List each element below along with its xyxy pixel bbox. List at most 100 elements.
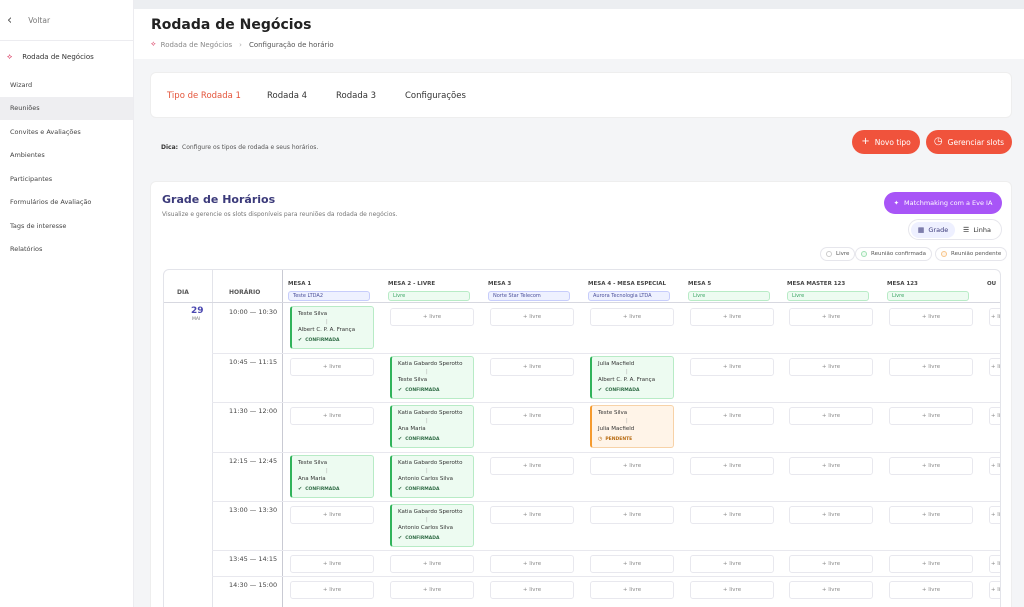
free-slot-button[interactable]: + livre: [690, 581, 774, 599]
legend-confirmed-label: Reunião confirmada: [871, 251, 927, 257]
breadcrumb-root[interactable]: Rodada de Negócios: [161, 41, 233, 49]
time-slot-label: 10:45 — 11:15: [229, 358, 278, 366]
meeting-card-confirmed[interactable]: Katia Gabardo Sperotto | Antonio Carlos Si…: [390, 504, 474, 547]
free-slot-button[interactable]: + livre: [989, 555, 1000, 573]
meeting-card-confirmed[interactable]: Teste Silva | Albert C. P. A. França ✔ CONFI…: [290, 306, 374, 349]
sidebar-item-reunioes[interactable]: Reuniões: [0, 96, 133, 120]
sidebar-item-ambientes[interactable]: Ambientes: [0, 144, 133, 168]
meeting-participant: Antonio Carlos Silva: [398, 525, 454, 531]
sidebar-item-convites-e-avaliacoes[interactable]: Convites e Avaliações: [0, 120, 133, 144]
meeting-separator: |: [326, 319, 328, 325]
tab-2[interactable]: Rodada 4: [267, 91, 307, 101]
free-slot-button[interactable]: + livre: [290, 407, 374, 425]
meeting-card-confirmed[interactable]: Katia Gabardo Sperotto | Ana Maria ✔ CONFIRM…: [390, 405, 474, 448]
tab-4[interactable]: Configurações: [405, 91, 466, 101]
free-slot-button[interactable]: + livre: [789, 555, 873, 573]
free-slot-button[interactable]: + livre: [889, 308, 973, 326]
view-grid-button[interactable]: ▦ Grade: [911, 221, 955, 238]
column-divider: [282, 270, 283, 607]
free-slot-button[interactable]: + livre: [290, 506, 374, 524]
free-slot-button[interactable]: + livre: [690, 407, 774, 425]
free-slot-button[interactable]: + livre: [690, 457, 774, 475]
sidebar-item-relatorios[interactable]: Relatórios: [0, 238, 133, 262]
sidebar-item-tags-de-interesse[interactable]: Tags de interesse: [0, 214, 133, 238]
free-slot-button[interactable]: + livre: [490, 581, 574, 599]
table-column-header: MESA 5: [688, 281, 712, 287]
new-type-button[interactable]: + Novo tipo: [852, 130, 920, 154]
schedule-grid-card: Grade de Horários Visualize e gerencie o…: [150, 181, 1012, 607]
free-slot-button[interactable]: + livre: [789, 581, 873, 599]
free-slot-button[interactable]: + livre: [989, 506, 1000, 524]
time-slot-label: 13:00 — 13:30: [229, 506, 278, 514]
free-slot-button[interactable]: + livre: [290, 555, 374, 573]
meeting-card-confirmed[interactable]: Teste Silva | Ana Maria ✔ CONFIRMADA: [290, 455, 374, 498]
free-slot-button[interactable]: + livre: [889, 457, 973, 475]
free-slot-button[interactable]: + livre: [789, 358, 873, 376]
free-slot-button[interactable]: + livre: [490, 506, 574, 524]
page-title: Rodada de Negócios: [151, 17, 312, 33]
free-slot-button[interactable]: + livre: [590, 555, 674, 573]
free-slot-button[interactable]: + livre: [889, 506, 973, 524]
free-slot-button[interactable]: + livre: [989, 581, 1000, 599]
view-grid-label: Grade: [928, 225, 949, 234]
free-slot-button[interactable]: + livre: [889, 555, 973, 573]
free-slot-button[interactable]: + livre: [889, 407, 973, 425]
back-button[interactable]: ‹ Voltar: [0, 0, 133, 41]
row-divider: [212, 402, 1000, 403]
meeting-participant: Katia Gabardo Sperotto: [398, 509, 463, 515]
meeting-card-confirmed[interactable]: Katia Gabardo Sperotto | Antonio Carlos Si…: [390, 455, 474, 498]
free-slot-button[interactable]: + livre: [590, 581, 674, 599]
handshake-icon: ⟡: [151, 40, 156, 48]
tab-1[interactable]: Tipo de Rodada 1: [167, 91, 241, 101]
free-slot-button[interactable]: + livre: [590, 506, 674, 524]
free-slot-button[interactable]: + livre: [490, 407, 574, 425]
schedule-table: DIA HORÁRIO 29 MAI MESA 1 Teste LTDA2 MESA…: [163, 269, 1001, 607]
sidebar: ‹ Voltar ⟡ Rodada de Negócios Wizard Reun…: [0, 0, 134, 607]
meeting-card-confirmed[interactable]: Julia Macfield | Albert C. P. A. França ✔ CO…: [590, 356, 674, 399]
free-slot-button[interactable]: + livre: [390, 308, 474, 326]
row-divider: [212, 550, 1000, 551]
free-slot-button[interactable]: + livre: [789, 407, 873, 425]
free-slot-button[interactable]: + livre: [490, 308, 574, 326]
free-slot-button[interactable]: + livre: [690, 358, 774, 376]
free-slot-button[interactable]: + livre: [290, 358, 374, 376]
free-slot-button[interactable]: + livre: [789, 308, 873, 326]
legend-pending: Reunião pendente: [935, 247, 1008, 261]
free-slot-button[interactable]: + livre: [789, 506, 873, 524]
view-list-button[interactable]: ☰ Linha: [955, 222, 999, 238]
free-slot-button[interactable]: + livre: [889, 358, 973, 376]
free-slot-button[interactable]: + livre: [989, 407, 1000, 425]
meeting-card-pending[interactable]: Teste Silva | Julia Macfield ◷ PENDENTE: [590, 405, 674, 448]
free-slot-button[interactable]: + livre: [690, 308, 774, 326]
free-slot-button[interactable]: + livre: [989, 358, 1000, 376]
free-slot-button[interactable]: + livre: [690, 506, 774, 524]
manage-slots-button[interactable]: ◷ Gerenciar slots: [926, 130, 1012, 154]
free-slot-button[interactable]: + livre: [590, 457, 674, 475]
sidebar-item-participantes[interactable]: Participantes: [0, 167, 133, 191]
free-slot-button[interactable]: + livre: [490, 555, 574, 573]
free-slot-button[interactable]: + livre: [989, 457, 1000, 475]
free-slot-button[interactable]: + livre: [390, 555, 474, 573]
table-column-header: MESA MASTER 123: [787, 281, 846, 287]
legend-free-label: Livre: [836, 251, 850, 257]
free-slot-button[interactable]: + livre: [290, 581, 374, 599]
check-circle-icon: ✔: [398, 436, 403, 442]
tab-3[interactable]: Rodada 3: [336, 91, 376, 101]
free-slot-button[interactable]: + livre: [590, 308, 674, 326]
meeting-card-confirmed[interactable]: Katia Gabardo Sperotto | Teste Silva ✔ CONFI…: [390, 356, 474, 399]
ai-matchmaking-button[interactable]: ✦ Matchmaking com a Eve IA: [884, 192, 1002, 214]
row-divider: [212, 452, 1000, 453]
free-slot-button[interactable]: + livre: [690, 555, 774, 573]
meeting-status-label: CONFIRMADA: [305, 486, 340, 492]
free-slot-button[interactable]: + livre: [789, 457, 873, 475]
free-slot-button[interactable]: + livre: [989, 308, 1000, 326]
free-slot-button[interactable]: + livre: [390, 581, 474, 599]
free-slot-button[interactable]: + livre: [490, 358, 574, 376]
time-column-header: HORÁRIO: [229, 289, 261, 296]
table-column-header: MESA 123: [887, 281, 918, 287]
sidebar-item-formularios-de-avaliacao[interactable]: Formulários de Avaliação: [0, 191, 133, 215]
free-slot-button[interactable]: + livre: [889, 581, 973, 599]
sidebar-item-wizard[interactable]: Wizard: [0, 73, 133, 97]
free-slot-button[interactable]: + livre: [490, 457, 574, 475]
table-column-tag: Aurora Tecnologia LTDA: [588, 291, 670, 301]
